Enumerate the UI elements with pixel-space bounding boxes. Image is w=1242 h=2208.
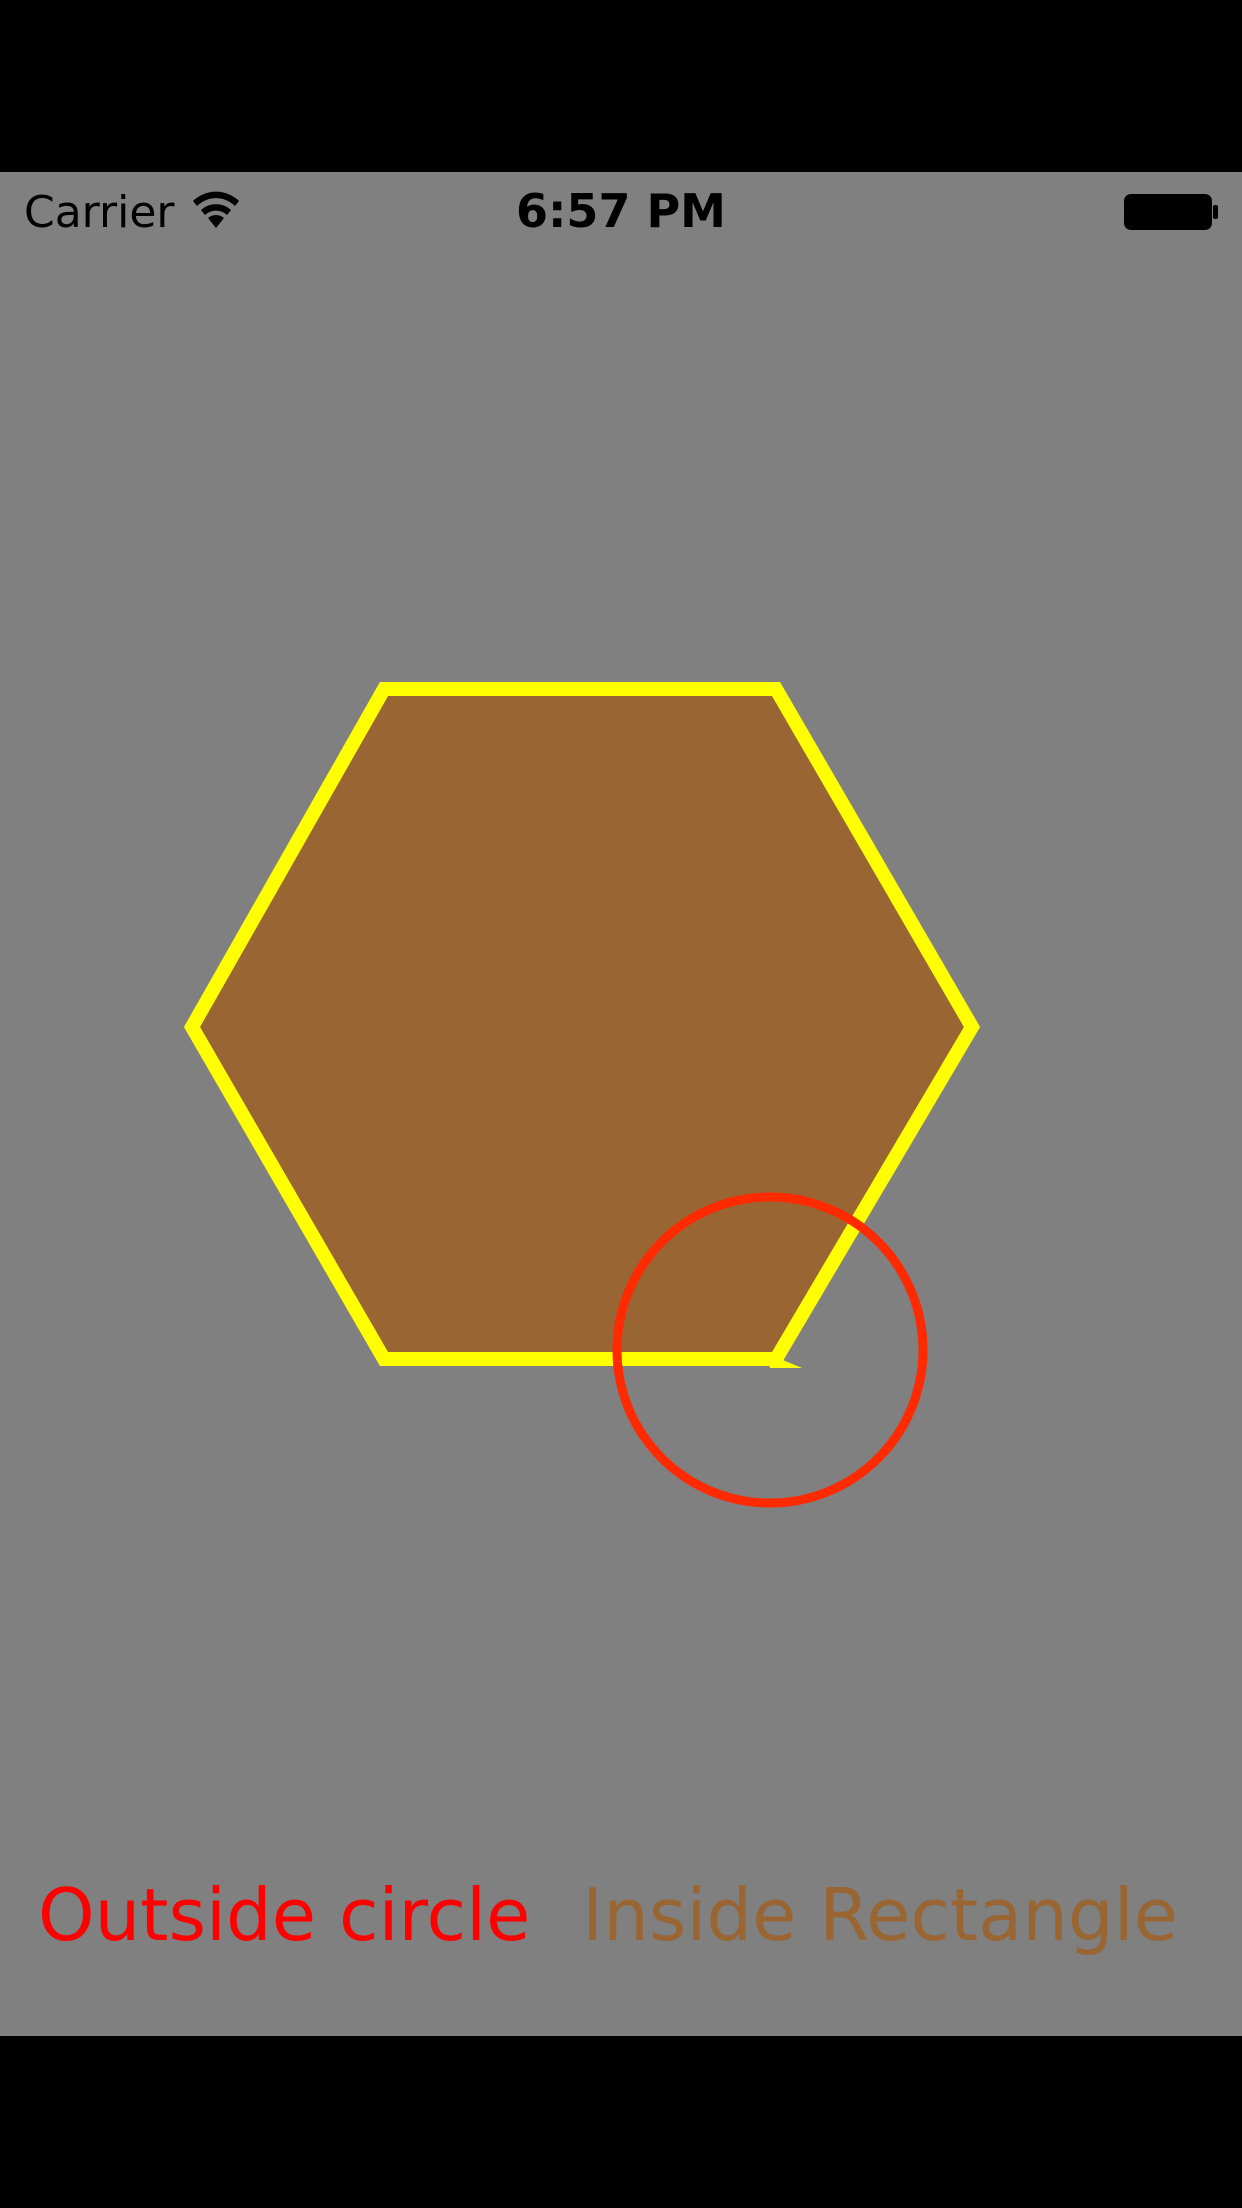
outside-circle-label: Outside circle [38,1873,531,1957]
hit-test-labels: Outside circle Inside Rectangle [0,1872,1242,1992]
drawing-canvas[interactable] [0,172,1242,2036]
app-screen: Carrier 6:57 PM Outside circle Inside Re… [0,172,1242,2036]
hexagon-shape [183,682,981,1366]
letterbox-bottom [0,2036,1242,2208]
inside-rectangle-label: Inside Rectangle [582,1873,1178,1957]
letterbox-top [0,0,1242,172]
